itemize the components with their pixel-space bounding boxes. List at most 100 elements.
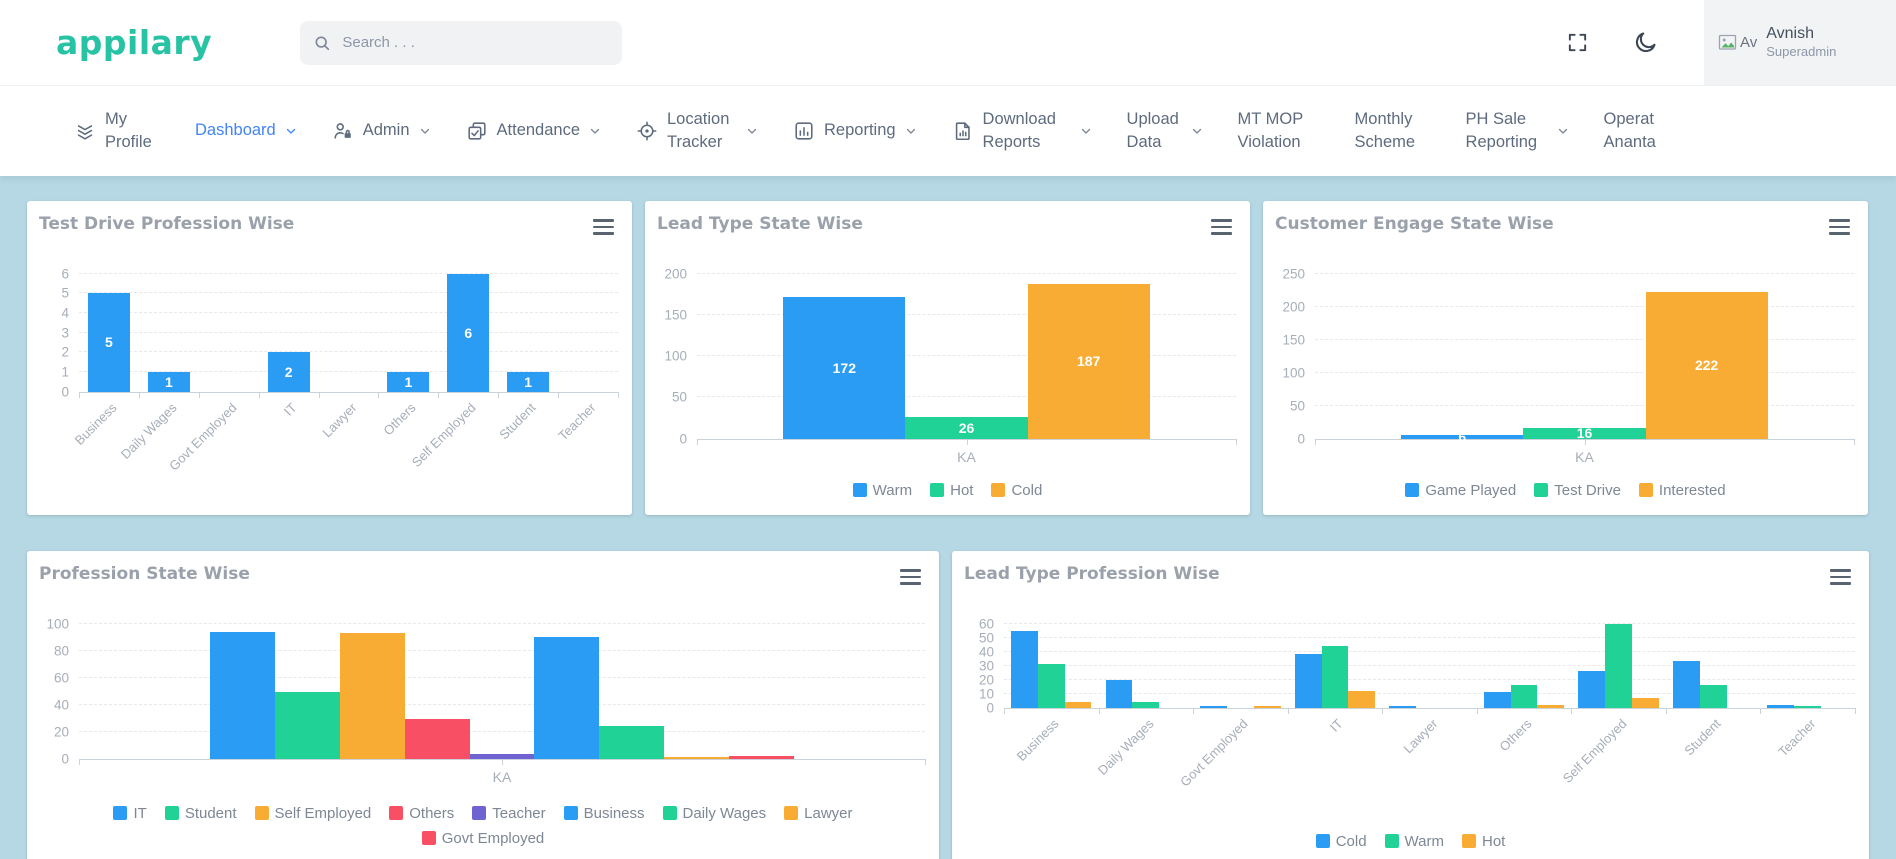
- bar-group: 5: [87, 274, 130, 392]
- bar-others-test-drive[interactable]: 1: [387, 371, 430, 392]
- bar-self-employed-test-drive[interactable]: 6: [447, 273, 490, 392]
- y-axis-label: 1: [61, 364, 69, 380]
- bar-ka-others[interactable]: [404, 719, 470, 759]
- chart-context-menu-icon[interactable]: [1827, 217, 1852, 237]
- x-axis-label: Daily Wages: [1094, 715, 1157, 778]
- bar-lawyer-cold[interactable]: [1389, 706, 1417, 708]
- bar-ka-business[interactable]: [534, 637, 600, 759]
- legend-item-teacher[interactable]: Teacher: [472, 805, 546, 822]
- bar-govt-employed-hot[interactable]: [1253, 706, 1281, 708]
- legend-item-hot[interactable]: Hot: [1461, 833, 1505, 850]
- bar-self-employed-cold[interactable]: [1578, 671, 1606, 708]
- bar-ka-student[interactable]: [274, 692, 340, 759]
- chart-context-menu-icon[interactable]: [591, 217, 616, 237]
- nav-item-download-reports[interactable]: Download Reports: [952, 108, 1092, 154]
- nav-item-upload-data[interactable]: Upload Data: [1127, 108, 1203, 154]
- legend-item-warm[interactable]: Warm: [1384, 833, 1444, 850]
- bar-value-label: 172: [832, 359, 856, 376]
- bar-chart: 0 20 40 60 80 100 KA IT Student Self Employed Othe…: [27, 616, 939, 847]
- chart-context-menu-icon[interactable]: [1828, 567, 1853, 587]
- bar-self-employed-warm[interactable]: [1605, 623, 1632, 708]
- bar-it-hot[interactable]: [1348, 690, 1376, 708]
- bar-teacher-cold[interactable]: [1767, 704, 1795, 708]
- nav-item-attendance[interactable]: Attendance: [466, 119, 601, 142]
- legend-item-cold[interactable]: Cold: [991, 482, 1042, 499]
- bar-it-cold[interactable]: [1294, 654, 1322, 708]
- plot-area: 0 50 100 150 200 172 26 187: [664, 266, 1237, 446]
- legend-item-others[interactable]: Others: [389, 805, 454, 822]
- nav-item-mt-mop-violation[interactable]: MT MOP Violation: [1238, 108, 1320, 154]
- bar-ka-govt-employed[interactable]: [729, 755, 794, 759]
- bar-ka-self-employed[interactable]: [339, 632, 405, 759]
- legend-item-test-drive[interactable]: Test Drive: [1534, 482, 1621, 499]
- bar-others-hot[interactable]: [1537, 704, 1565, 708]
- bar-it-test-drive[interactable]: 2: [267, 352, 310, 392]
- bar-govt-employed-cold[interactable]: [1200, 706, 1227, 708]
- nav-item-reporting[interactable]: Reporting: [793, 119, 917, 142]
- bar-group: 172 26 187: [783, 274, 1150, 439]
- bar-self-employed-hot[interactable]: [1631, 697, 1659, 708]
- nav-item-operat-ananta[interactable]: Operat Ananta: [1604, 108, 1666, 154]
- bar-student-warm[interactable]: [1699, 685, 1727, 708]
- bar-ka-cold[interactable]: 187: [1027, 284, 1150, 439]
- chart-context-menu-icon[interactable]: [898, 567, 923, 587]
- legend-item-lawyer[interactable]: Lawyer: [784, 805, 853, 822]
- bar-ka-lawyer[interactable]: [664, 757, 729, 759]
- nav-item-location-tracker[interactable]: Location Tracker: [636, 108, 758, 154]
- nav-item-ph-sale-reporting[interactable]: PH Sale Reporting: [1466, 108, 1569, 154]
- chart-legend: Game Played Test Drive Interested: [1263, 482, 1868, 499]
- legend-item-govt-employed[interactable]: Govt Employed: [421, 830, 544, 847]
- bar-others-warm[interactable]: [1510, 685, 1538, 708]
- chart-context-menu-icon[interactable]: [1209, 217, 1234, 237]
- y-axis-label: 50: [1289, 398, 1305, 413]
- bar-student-test-drive[interactable]: 1: [507, 371, 550, 392]
- legend-item-daily-wages[interactable]: Daily Wages: [662, 805, 766, 822]
- bar-group: 1: [387, 274, 430, 392]
- plot-series: 6 16 222: [1315, 274, 1854, 445]
- bar-value-label: 1: [404, 373, 413, 390]
- nav-item-dashboard[interactable]: Dashboard: [195, 119, 297, 142]
- bar-teacher-warm[interactable]: [1794, 706, 1822, 708]
- bar-business-cold[interactable]: [1011, 630, 1038, 708]
- bar-business-hot[interactable]: [1064, 701, 1092, 708]
- chart-title: Customer Engage State Wise: [1275, 214, 1554, 234]
- search-input[interactable]: [340, 33, 609, 52]
- app-logo[interactable]: appilary: [56, 23, 212, 62]
- legend-item-business[interactable]: Business: [563, 805, 645, 822]
- user-menu[interactable]: Av Avnish Superadmin: [1704, 0, 1896, 85]
- nav-item-my-profile[interactable]: My Profile: [74, 108, 160, 154]
- legend-item-student[interactable]: Student: [164, 805, 237, 822]
- bar-ka-daily-wages[interactable]: [599, 726, 665, 759]
- bar-daily-wages-cold[interactable]: [1105, 679, 1133, 708]
- bar-chart: 0 50 100 150 200 250 6 16 222 KA Game Played Test D…: [1263, 266, 1868, 499]
- legend-item-warm[interactable]: Warm: [852, 482, 912, 499]
- legend-item-hot[interactable]: Hot: [930, 482, 973, 499]
- bar-ka-test-drive[interactable]: 16: [1523, 425, 1646, 441]
- legend-item-interested[interactable]: Interested: [1638, 482, 1726, 499]
- nav-item-admin[interactable]: Admin: [332, 119, 431, 142]
- bar-student-cold[interactable]: [1672, 661, 1700, 708]
- bar-group: [1767, 624, 1847, 708]
- bar-ka-it[interactable]: [210, 631, 275, 759]
- bar-daily-wages-test-drive[interactable]: 1: [147, 371, 190, 392]
- nav-item-monthly-scheme[interactable]: Monthly Scheme: [1355, 108, 1431, 154]
- bar-ka-interested[interactable]: 222: [1645, 291, 1768, 439]
- legend-swatch: [389, 806, 404, 820]
- bar-ka-warm[interactable]: 172: [783, 296, 906, 439]
- legend-item-game-played[interactable]: Game Played: [1405, 482, 1516, 499]
- y-axis-label: 150: [1282, 332, 1305, 347]
- legend-item-self-employed[interactable]: Self Employed: [254, 805, 371, 822]
- fullscreen-icon[interactable]: [1566, 31, 1589, 54]
- bar-it-warm[interactable]: [1321, 645, 1349, 708]
- x-axis-labels: Business Daily Wages Govt Employed IT Lawyer…: [1004, 709, 1855, 817]
- bar-daily-wages-warm[interactable]: [1132, 701, 1160, 708]
- nav-label: Location Tracker: [667, 109, 730, 151]
- dark-mode-moon-icon[interactable]: [1633, 30, 1658, 55]
- y-axis-label: 0: [61, 384, 69, 399]
- bar-others-cold[interactable]: [1483, 692, 1511, 708]
- bar-business-test-drive[interactable]: 5: [87, 293, 130, 392]
- legend-item-cold[interactable]: Cold: [1315, 833, 1367, 850]
- bar-business-warm[interactable]: [1037, 664, 1065, 708]
- bar-ka-hot[interactable]: 26: [905, 417, 1028, 439]
- legend-item-it[interactable]: IT: [113, 805, 147, 822]
